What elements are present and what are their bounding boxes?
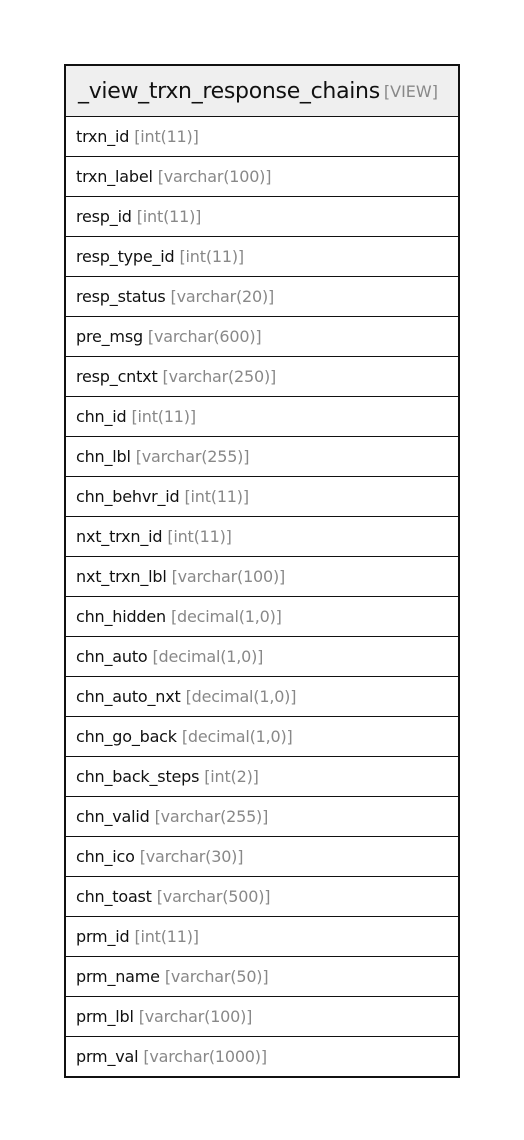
- column-name: resp_cntxt: [76, 367, 158, 386]
- column-row: chn_toast [varchar(500)]: [66, 877, 458, 917]
- column-row: chn_id [int(11)]: [66, 397, 458, 437]
- column-row: chn_back_steps [int(2)]: [66, 757, 458, 797]
- column-type: [varchar(30)]: [139, 847, 244, 866]
- column-name: chn_valid: [76, 807, 150, 826]
- column-type: [varchar(50)]: [164, 967, 269, 986]
- column-name: prm_lbl: [76, 1007, 134, 1026]
- column-type: [int(11)]: [134, 927, 199, 946]
- column-row: chn_hidden [decimal(1,0)]: [66, 597, 458, 637]
- column-name: prm_id: [76, 927, 130, 946]
- column-name: chn_hidden: [76, 607, 166, 626]
- column-row: resp_status [varchar(20)]: [66, 277, 458, 317]
- column-type: [int(11)]: [184, 487, 249, 506]
- column-type: [decimal(1,0)]: [185, 687, 297, 706]
- column-type: [int(11)]: [136, 207, 202, 226]
- column-type: [varchar(100)]: [138, 1007, 253, 1026]
- column-name: pre_msg: [76, 327, 143, 346]
- column-name: nxt_trxn_lbl: [76, 567, 167, 586]
- column-row: trxn_id [int(11)]: [66, 117, 458, 157]
- column-type: [varchar(1000)]: [143, 1047, 267, 1066]
- column-name: prm_name: [76, 967, 160, 986]
- column-row: prm_val [varchar(1000)]: [66, 1037, 458, 1076]
- column-type: [varchar(255)]: [154, 807, 269, 826]
- column-type: [varchar(600)]: [147, 327, 262, 346]
- column-row: chn_valid [varchar(255)]: [66, 797, 458, 837]
- column-row: resp_cntxt [varchar(250)]: [66, 357, 458, 397]
- column-name: chn_ico: [76, 847, 135, 866]
- column-row: nxt_trxn_lbl [varchar(100)]: [66, 557, 458, 597]
- column-row: resp_id [int(11)]: [66, 197, 458, 237]
- column-row: chn_lbl [varchar(255)]: [66, 437, 458, 477]
- column-name: chn_toast: [76, 887, 152, 906]
- column-row: pre_msg [varchar(600)]: [66, 317, 458, 357]
- column-name: chn_behvr_id: [76, 487, 180, 506]
- column-list: trxn_id [int(11)] trxn_label [varchar(100)]…: [66, 117, 458, 1076]
- entity-table: _view_trxn_response_chains [VIEW] trxn_i…: [64, 64, 460, 1078]
- column-name: prm_val: [76, 1047, 139, 1066]
- column-name: trxn_label: [76, 167, 153, 186]
- column-row: prm_lbl [varchar(100)]: [66, 997, 458, 1037]
- column-type: [varchar(250)]: [162, 367, 277, 386]
- column-type: [int(11)]: [131, 407, 196, 426]
- column-name: chn_id: [76, 407, 127, 426]
- column-type: [varchar(20)]: [170, 287, 275, 306]
- column-name: resp_status: [76, 287, 166, 306]
- column-row: prm_name [varchar(50)]: [66, 957, 458, 997]
- entity-name: _view_trxn_response_chains: [78, 78, 380, 104]
- column-name: chn_lbl: [76, 447, 131, 466]
- column-type: [int(11)]: [167, 527, 232, 546]
- column-row: nxt_trxn_id [int(11)]: [66, 517, 458, 557]
- column-name: chn_go_back: [76, 727, 177, 746]
- column-type: [decimal(1,0)]: [170, 607, 282, 626]
- column-row: chn_go_back [decimal(1,0)]: [66, 717, 458, 757]
- column-row: resp_type_id [int(11)]: [66, 237, 458, 277]
- column-type: [varchar(255)]: [135, 447, 250, 466]
- column-type: [varchar(100)]: [157, 167, 272, 186]
- column-name: chn_auto: [76, 647, 148, 666]
- column-type: [varchar(100)]: [171, 567, 286, 586]
- column-row: prm_id [int(11)]: [66, 917, 458, 957]
- column-row: chn_behvr_id [int(11)]: [66, 477, 458, 517]
- column-name: resp_type_id: [76, 247, 175, 266]
- column-name: chn_back_steps: [76, 767, 200, 786]
- column-row: chn_ico [varchar(30)]: [66, 837, 458, 877]
- column-name: trxn_id: [76, 127, 130, 146]
- column-type: [int(11)]: [134, 127, 199, 146]
- column-row: trxn_label [varchar(100)]: [66, 157, 458, 197]
- column-row: chn_auto [decimal(1,0)]: [66, 637, 458, 677]
- entity-header: _view_trxn_response_chains [VIEW]: [66, 66, 458, 117]
- column-type: [int(2)]: [204, 767, 259, 786]
- column-name: resp_id: [76, 207, 132, 226]
- entity-kind: [VIEW]: [383, 81, 438, 101]
- column-type: [varchar(500)]: [156, 887, 271, 906]
- column-type: [int(11)]: [179, 247, 245, 266]
- column-type: [decimal(1,0)]: [152, 647, 264, 666]
- column-name: nxt_trxn_id: [76, 527, 163, 546]
- column-name: chn_auto_nxt: [76, 687, 181, 706]
- column-type: [decimal(1,0)]: [181, 727, 293, 746]
- column-row: chn_auto_nxt [decimal(1,0)]: [66, 677, 458, 717]
